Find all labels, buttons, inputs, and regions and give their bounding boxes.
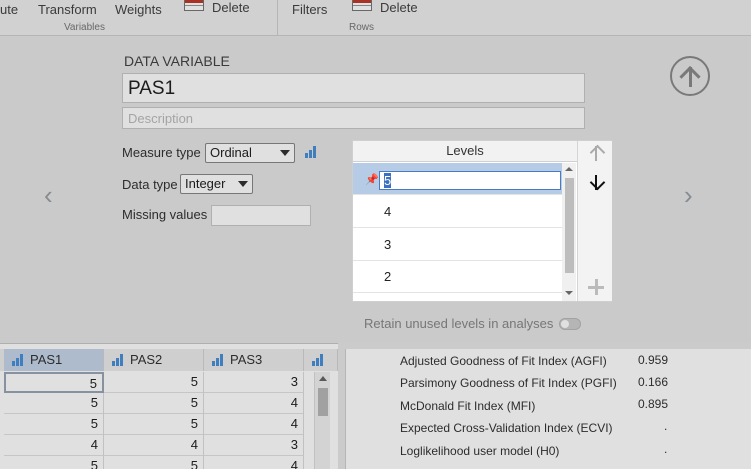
previous-variable-icon[interactable]: ‹ [44, 180, 53, 211]
table-cell[interactable]: 4 [204, 456, 304, 469]
move-level-down-icon[interactable] [587, 173, 605, 191]
close-editor-up-icon[interactable] [670, 56, 710, 96]
column-header-label: PAS3 [230, 352, 263, 367]
column-header-pas2[interactable]: PAS2 [104, 349, 204, 371]
description-field[interactable]: Description [122, 107, 585, 129]
level-edit-text: 5 [384, 173, 392, 188]
delete-variable-button[interactable]: Delete [212, 0, 250, 15]
levels-side-toolbar [577, 141, 612, 301]
measure-type-value: Ordinal [210, 145, 252, 160]
table-cell[interactable]: 5 [104, 372, 204, 393]
compute-button[interactable]: ute [0, 2, 18, 17]
description-placeholder: Description [128, 111, 194, 126]
delete-row-icon[interactable] [352, 0, 372, 11]
level-row[interactable]: 4 [353, 196, 562, 228]
sheet-scrollbar[interactable] [314, 372, 330, 469]
levels-title: Levels [353, 141, 577, 162]
result-label: Loglikelihood user model (H0) [400, 444, 560, 458]
level-value: 4 [384, 204, 392, 219]
weights-button[interactable]: Weights [115, 2, 162, 17]
column-header-next[interactable] [304, 349, 338, 371]
column-header-label: PAS1 [30, 352, 63, 367]
table-cell[interactable]: 5 [104, 414, 204, 435]
ribbon-toolbar: ute Transform Weights Delete Variables F… [0, 0, 751, 36]
missing-values-label: Missing values [122, 207, 208, 222]
level-edit-input[interactable]: 5 [379, 171, 561, 190]
table-cell[interactable]: 4 [204, 414, 304, 435]
table-cell[interactable]: 4 [4, 435, 104, 456]
table-cell[interactable]: 3 [204, 435, 304, 456]
level-value: 2 [384, 269, 392, 284]
result-value: 0.895 [638, 397, 669, 411]
data-type-label: Data type [122, 177, 178, 192]
level-row[interactable]: 2 [353, 261, 562, 293]
scroll-down-icon[interactable] [565, 291, 573, 295]
pin-icon[interactable]: 📌 [365, 173, 379, 186]
delete-variable-icon[interactable] [184, 0, 204, 11]
transform-button[interactable]: Transform [38, 2, 97, 17]
filters-button[interactable]: Filters [292, 2, 327, 17]
table-cell[interactable]: 5 [104, 393, 204, 414]
column-header-pas3[interactable]: PAS3 [204, 349, 304, 371]
retain-levels-toggle[interactable] [559, 318, 581, 330]
ordinal-bars-icon [112, 354, 124, 366]
table-cell[interactable]: 5 [4, 372, 104, 393]
table-cell[interactable]: 5 [4, 414, 104, 435]
retain-levels-label: Retain unused levels in analyses [364, 316, 554, 331]
result-label: Expected Cross-Validation Index (ECVI) [400, 421, 613, 435]
table-cell[interactable]: 5 [104, 456, 204, 469]
editor-header: DATA VARIABLE [124, 53, 230, 69]
data-type-value: Integer [185, 176, 226, 191]
level-row-selected[interactable]: 📌 5 [353, 163, 562, 195]
scroll-up-icon[interactable] [565, 167, 573, 171]
ribbon-divider [277, 0, 278, 36]
rows-group-label: Rows [349, 22, 375, 33]
result-value: . [664, 419, 668, 433]
column-header-label: PAS2 [130, 352, 163, 367]
missing-values-field[interactable] [211, 205, 311, 226]
table-cell[interactable]: 4 [204, 393, 304, 414]
ordinal-bars-icon [12, 354, 24, 366]
ordinal-bars-icon [305, 146, 317, 158]
ordinal-bars-icon [212, 354, 224, 366]
levels-popup: Levels 📌 5 4 3 2 [352, 140, 612, 302]
table-cell[interactable]: 4 [104, 435, 204, 456]
results-panel: Adjusted Goodness of Fit Index (AGFI) 0.… [345, 349, 751, 469]
move-level-up-icon[interactable] [587, 144, 605, 162]
result-value: 0.959 [638, 353, 669, 367]
result-value: . [664, 442, 668, 456]
variables-group-label: Variables [64, 22, 105, 33]
ordinal-bars-icon [312, 354, 324, 366]
variable-name-text: PAS1 [128, 78, 176, 99]
level-value: 3 [384, 237, 392, 252]
add-level-icon[interactable] [588, 279, 604, 295]
result-label: McDonald Fit Index (MFI) [400, 399, 536, 413]
measure-type-select[interactable]: Ordinal [205, 143, 295, 163]
data-type-select[interactable]: Integer [180, 174, 253, 194]
measure-type-label: Measure type [122, 145, 201, 160]
levels-scrollbar[interactable] [562, 163, 576, 301]
table-cell[interactable]: 3 [204, 372, 304, 393]
scroll-up-icon[interactable] [319, 376, 327, 381]
next-variable-icon[interactable]: › [684, 180, 693, 211]
column-header-pas1[interactable]: PAS1 [4, 349, 104, 371]
table-cell[interactable]: 5 [4, 393, 104, 414]
data-spreadsheet: PAS1 PAS2 PAS3 5 5 3 5 5 4 5 5 4 4 4 3 5… [0, 343, 338, 469]
result-label: Parsimony Goodness of Fit Index (PGFI) [400, 376, 617, 390]
table-cell[interactable]: 5 [4, 456, 104, 469]
result-label: Adjusted Goodness of Fit Index (AGFI) [400, 354, 607, 368]
chevron-down-icon [238, 181, 248, 187]
levels-scroll-thumb[interactable] [565, 178, 574, 273]
result-value: 0.166 [638, 375, 669, 389]
sheet-scroll-thumb[interactable] [318, 388, 328, 416]
delete-row-button[interactable]: Delete [380, 0, 418, 15]
chevron-down-icon [280, 150, 290, 156]
level-row[interactable]: 3 [353, 229, 562, 261]
variable-name-field[interactable]: PAS1 [122, 73, 585, 103]
